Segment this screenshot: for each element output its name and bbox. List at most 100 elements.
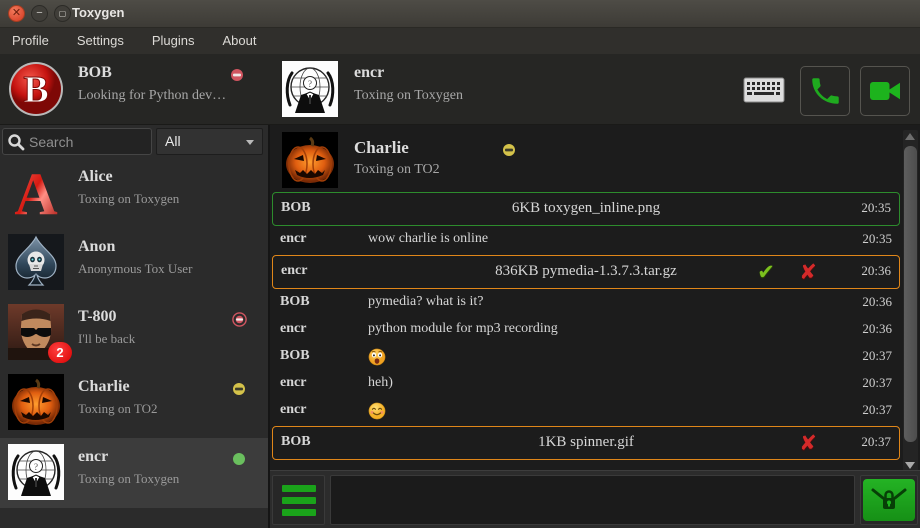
anonymous-mask-avatar: ?: [8, 444, 64, 500]
contact-item-t-800[interactable]: T-800 I'll be back 2: [0, 298, 268, 368]
hamburger-menu-icon: [282, 485, 316, 492]
self-name: BOB: [78, 64, 112, 82]
scroll-up-arrow-icon[interactable]: [905, 133, 915, 140]
secure-send-envelope-lock-icon: [863, 479, 915, 521]
busy-ring-status-icon: [232, 312, 246, 326]
maximize-window-button[interactable]: ▢: [54, 5, 71, 22]
contact-item-anon[interactable]: Anon Anonymous Tox User: [0, 228, 268, 298]
contact-name: encr: [78, 448, 108, 466]
chat-friend-header: Charlie Toxing on TO2: [272, 130, 902, 192]
window-title: Toxygen: [72, 5, 125, 20]
message-sender: BOB: [280, 294, 310, 310]
search-icon: [7, 133, 25, 151]
menu-plugins[interactable]: Plugins: [138, 28, 209, 54]
scroll-down-arrow-icon[interactable]: [905, 462, 915, 469]
accept-file-button[interactable]: ✔: [753, 259, 779, 285]
send-message-button[interactable]: [860, 475, 918, 525]
minimize-window-button[interactable]: −: [31, 5, 48, 22]
contact-filter-value: All: [165, 133, 181, 149]
message-input[interactable]: [330, 475, 855, 525]
shocked-face-emoji: [368, 348, 386, 366]
message-row: BOB 20:37: [272, 344, 900, 371]
message-time: 20:37: [862, 375, 892, 391]
friend-status-message: Toxing on Toxygen: [354, 88, 463, 104]
file-transfer-row[interactable]: BOB1KB spinner.gif✘20:37: [272, 426, 900, 460]
message-time: 20:37: [862, 348, 892, 364]
svg-text:?: ?: [308, 79, 312, 89]
file-transfer-row[interactable]: BOB6KB toxygen_inline.png20:35: [272, 192, 900, 226]
scrollbar-thumb[interactable]: [904, 146, 917, 442]
svg-text:?: ?: [34, 462, 38, 472]
title-bar: ✕ − ▢ Toxygen: [0, 0, 920, 28]
smiling-face-emoji: [368, 402, 386, 420]
contact-status-message: I'll be back: [78, 331, 135, 347]
away-status-icon: [232, 382, 246, 396]
video-call-button[interactable]: [860, 66, 910, 116]
contact-status-message: Toxing on Toxygen: [78, 471, 179, 487]
menu-profile[interactable]: Profile: [0, 28, 63, 54]
contact-name: T-800: [78, 308, 117, 326]
message-time: 20:36: [861, 263, 891, 279]
message-sender: encr: [280, 231, 306, 247]
contact-status-message: Anonymous Tox User: [78, 261, 192, 277]
away-status-icon: [502, 143, 516, 157]
message-text: python module for mp3 recording: [368, 321, 558, 337]
phone-icon: [808, 74, 842, 108]
friend-avatar: ?: [282, 61, 338, 117]
file-transfer-row[interactable]: encr836KB pymedia-1.3.7.3.tar.gz✔✘20:36: [272, 255, 900, 289]
contact-name: Charlie: [78, 378, 130, 396]
unread-count-badge: 2: [48, 342, 72, 363]
chat-friend-avatar: [282, 132, 338, 188]
chat-friend-status-message: Toxing on TO2: [354, 162, 440, 178]
message-time: 20:37: [861, 434, 891, 450]
self-profile[interactable]: B BOB Looking for Python dev…: [0, 54, 270, 125]
message-row: encr heh) 20:37: [272, 371, 900, 398]
message-time: 20:36: [862, 294, 892, 310]
svg-text:B: B: [23, 69, 48, 111]
file-transfer-label: 6KB toxygen_inline.png: [273, 200, 899, 217]
message-time: 20:35: [861, 200, 891, 216]
search-box: [2, 128, 152, 155]
contact-item-charlie[interactable]: Charlie Toxing on TO2: [0, 368, 268, 438]
friend-name: encr: [354, 64, 384, 82]
online-status-icon: [232, 452, 246, 466]
cancel-file-button[interactable]: ✘: [795, 430, 821, 456]
contact-name: Anon: [78, 238, 115, 256]
chevron-down-icon: [246, 140, 254, 145]
self-status-message: Looking for Python dev…: [78, 88, 226, 104]
screen-keyboard-icon[interactable]: [737, 74, 789, 106]
contact-list: A Alice Toxing on Toxygen Anon Anonymous To…: [0, 158, 268, 528]
pumpkin-avatar: [8, 374, 64, 430]
toxygen-window: ✕ − ▢ Toxygen ProfileSettingsPluginsAbou…: [0, 0, 920, 528]
menu-about[interactable]: About: [208, 28, 270, 54]
self-avatar[interactable]: B: [8, 61, 64, 117]
message-row: BOB pymedia? what is it? 20:36: [272, 290, 900, 317]
busy-status-icon: [230, 68, 243, 81]
contact-status-message: Toxing on TO2: [78, 401, 158, 417]
message-sender: BOB: [280, 348, 310, 364]
message-row: encr20:37: [272, 398, 900, 425]
message-list: BOB6KB toxygen_inline.png20:35encrwow ch…: [272, 191, 902, 471]
chat-area: Charlie Toxing on TO2 BOB6KB toxygen_inl…: [270, 125, 920, 528]
message-time: 20:37: [862, 402, 892, 418]
spade-skull-avatar: [8, 234, 64, 290]
message-text: heh): [368, 375, 393, 391]
red-letter-a-avatar: A: [8, 164, 64, 220]
close-window-button[interactable]: ✕: [8, 5, 25, 22]
message-row: encrpython module for mp3 recording20:36: [272, 317, 900, 344]
cancel-file-button[interactable]: ✘: [795, 259, 821, 285]
hamburger-menu-button[interactable]: [272, 475, 325, 525]
message-text: pymedia? what is it?: [368, 294, 483, 310]
contact-name: Alice: [78, 168, 113, 186]
chat-scrollbar[interactable]: [903, 130, 918, 472]
audio-call-button[interactable]: [800, 66, 850, 116]
message-time: 20:35: [862, 231, 892, 247]
search-input[interactable]: [29, 130, 147, 153]
active-friend-header: ? encr Toxing on Toxygen: [272, 54, 920, 125]
message-sender: encr: [280, 375, 306, 391]
menu-settings[interactable]: Settings: [63, 28, 138, 54]
contact-item-encr[interactable]: ? encr Toxing on Toxygen: [0, 438, 268, 508]
contact-item-alice[interactable]: AAliceToxing on Toxygen: [0, 158, 268, 228]
contact-filter-dropdown[interactable]: All: [156, 128, 263, 155]
message-time: 20:36: [862, 321, 892, 337]
